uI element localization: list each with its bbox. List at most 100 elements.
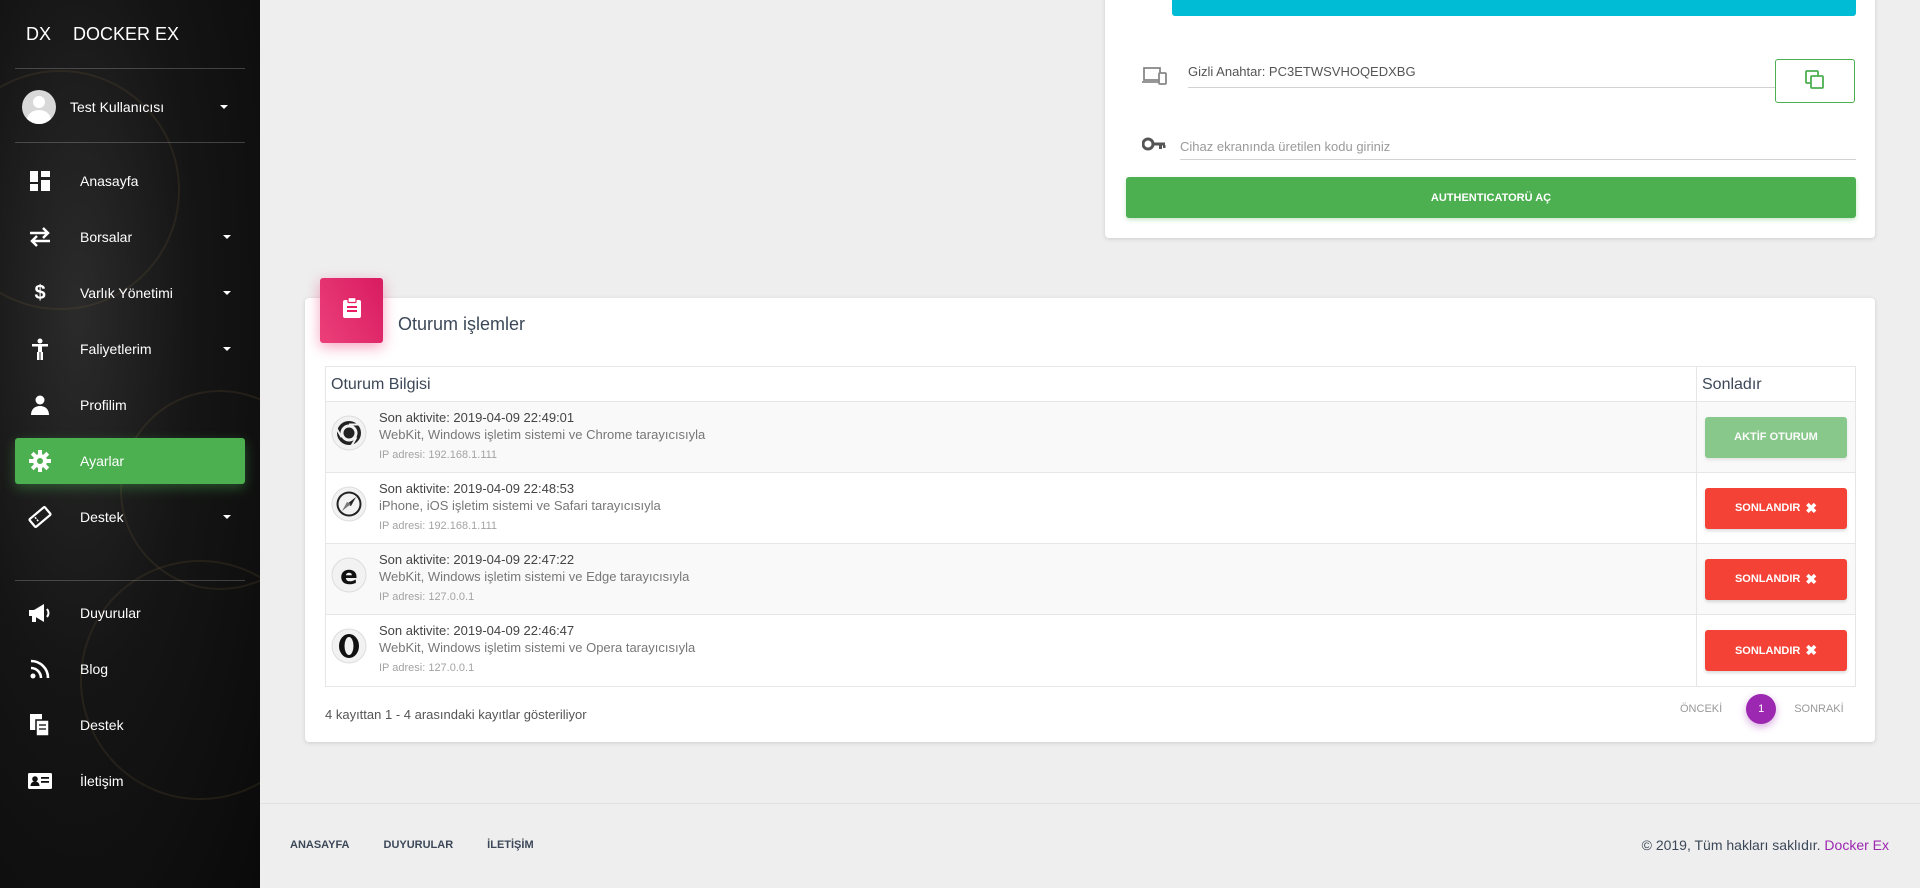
person-icon [27,393,53,417]
sidebar-item-anasayfa[interactable]: Anasayfa [15,158,245,204]
logo-short: DX [26,24,52,44]
sidebar-item-faliyetlerim[interactable]: Faliyetlerim [15,326,245,372]
rss-icon [27,657,53,681]
footer-link-duyurular[interactable]: DUYURULAR [384,839,454,851]
sidebar-item-label: Borsalar [80,229,133,245]
logo-full: DOCKER EX [73,24,180,44]
sidebar-item-blog[interactable]: Blog [15,646,245,692]
secret-key-text: Gizli Anahtar: PC3ETWSVHOQEDXBG [1188,64,1416,79]
chevron-down-icon [223,235,231,239]
page-footer: ANASAYFA DUYURULAR İLETİŞİM © 2019, Tüm … [260,803,1920,888]
sidebar-item-label: Anasayfa [80,173,139,189]
terminate-session-button[interactable]: SONLANDIR ✖ [1705,487,1847,529]
session-info-cell: Son aktivite: 2019-04-09 22:46:47 WebKit… [326,615,1697,686]
pagination-previous[interactable]: ÖNCEKİ [1680,703,1722,715]
sidebar-item-ayarlar[interactable]: Ayarlar [15,438,245,484]
button-label: SONLANDIR [1734,644,1801,657]
sidebar-item-label: Profilim [80,397,127,413]
sidebar-item-label: Duyurular [80,605,141,621]
session-action-cell: SONLANDIR ✖ [1697,544,1855,614]
pagination-next[interactable]: SONRAKİ [1794,703,1844,715]
sidebar-item-duyurular[interactable]: Duyurular [15,590,245,636]
sidebar-item-iletisim[interactable]: İletişim [15,758,245,804]
sidebar-divider [15,142,245,143]
avatar [22,90,56,124]
footer-links: ANASAYFA DUYURULAR İLETİŞİM [290,839,534,851]
sidebar-item-profilim[interactable]: Profilim [15,382,245,428]
brand-logo[interactable]: DX DOCKER EX [26,24,179,46]
sidebar: DX DOCKER EX Test Kullanıcısı Anasayfa B… [0,0,260,888]
session-ip: IP adresi: 127.0.0.1 [379,591,475,603]
sidebar-divider [15,68,245,69]
session-description: iPhone, iOS işletim sistemi ve Safari ta… [379,498,661,513]
session-action-cell: AKTİF OTURUM [1697,402,1855,472]
chevron-down-icon [223,291,231,295]
svg-text:e: e [340,561,358,591]
megaphone-icon [27,601,53,625]
key-icon [1141,136,1166,157]
session-description: WebKit, Windows işletim sistemi ve Edge … [379,569,690,584]
sidebar-item-label: Destek [80,509,124,525]
footer-link-iletisim[interactable]: İLETİŞİM [487,839,533,851]
session-ip: IP adresi: 192.168.1.111 [379,449,498,461]
chevron-down-icon [223,347,231,351]
chevron-down-icon [223,515,231,519]
enable-authenticator-button[interactable]: AUTHENTICATORÜ AÇ [1126,177,1856,218]
gear-icon [27,449,53,473]
column-header-terminate: Sonladır [1702,376,1762,393]
brand-link[interactable]: Docker Ex [1824,837,1889,853]
card-header-icon [320,278,383,343]
verification-code-input[interactable] [1180,134,1856,160]
sidebar-item-destek-docs[interactable]: Destek [15,702,245,748]
copy-icon [1805,69,1825,93]
dashboard-icon [27,169,53,193]
close-icon: ✖ [1805,499,1818,516]
close-icon: ✖ [1805,570,1818,587]
card-title: Oturum işlemler [398,314,526,334]
footer-link-anasayfa[interactable]: ANASAYFA [290,839,350,851]
swap-icon [27,225,53,249]
sidebar-item-label: Destek [80,717,124,733]
info-banner-bar [1172,0,1856,16]
session-action-cell: SONLANDIR ✖ [1697,615,1855,686]
sidebar-item-label: Faliyetlerim [80,341,152,357]
terminate-session-button[interactable]: SONLANDIR ✖ [1705,630,1847,671]
session-activity: Son aktivite: 2019-04-09 22:47:22 [379,552,575,567]
table-summary: 4 kayıttan 1 - 4 arasındaki kayıtlar gös… [325,707,587,722]
copyright: © 2019, Tüm hakları saklıdır. Docker Ex [1642,837,1889,853]
sidebar-item-varlik-yonetimi[interactable]: $ Varlık Yönetimi [15,270,245,316]
sidebar-item-label: Varlık Yönetimi [80,285,173,301]
terminate-session-button[interactable]: SONLANDIR ✖ [1705,558,1847,600]
sidebar-item-borsalar[interactable]: Borsalar [15,214,245,260]
pagination-page-current[interactable]: 1 [1746,694,1777,724]
table-row: Son aktivite: 2019-04-09 22:46:47 WebKit… [326,615,1855,686]
session-activity: Son aktivite: 2019-04-09 22:46:47 [379,623,575,638]
pagination: ÖNCEKİ 1 SONRAKİ [1680,694,1844,724]
secret-key-underline [1188,87,1778,88]
sidebar-item-label: Ayarlar [80,453,125,469]
sessions-table: Oturum Bilgisi Sonladır Son aktivite: 20… [325,366,1856,687]
devices-icon [1142,66,1168,91]
active-session-button[interactable]: AKTİF OTURUM [1705,416,1847,458]
session-ip: IP adresi: 127.0.0.1 [379,662,475,674]
edge-icon: e [331,557,367,593]
close-icon: ✖ [1805,642,1818,658]
sidebar-item-label: Blog [80,661,109,677]
sidebar-item-destek[interactable]: Destek [15,494,245,540]
session-description: WebKit, Windows işletim sistemi ve Chrom… [379,427,706,442]
session-info-cell: e Son aktivite: 2019-04-09 22:47:22 WebK… [326,544,1697,614]
table-row: e Son aktivite: 2019-04-09 22:47:22 WebK… [326,544,1855,615]
sidebar-divider [15,580,245,581]
session-ip: IP adresi: 192.168.1.111 [379,520,498,532]
button-label: SONLANDIR [1734,502,1801,514]
column-header-session-info: Oturum Bilgisi [326,367,1697,401]
copy-secret-button[interactable] [1775,59,1855,103]
table-row: Son aktivite: 2019-04-09 22:49:01 WebKit… [326,402,1855,473]
session-activity: Son aktivite: 2019-04-09 22:49:01 [379,410,575,425]
table-row: Son aktivite: 2019-04-09 22:48:53 iPhone… [326,473,1855,544]
contact-card-icon [27,769,53,793]
chrome-icon [331,415,367,451]
user-menu[interactable]: Test Kullanıcısı [22,89,242,125]
session-action-cell: SONLANDIR ✖ [1697,473,1855,543]
sidebar-item-label: İletişim [80,773,124,789]
